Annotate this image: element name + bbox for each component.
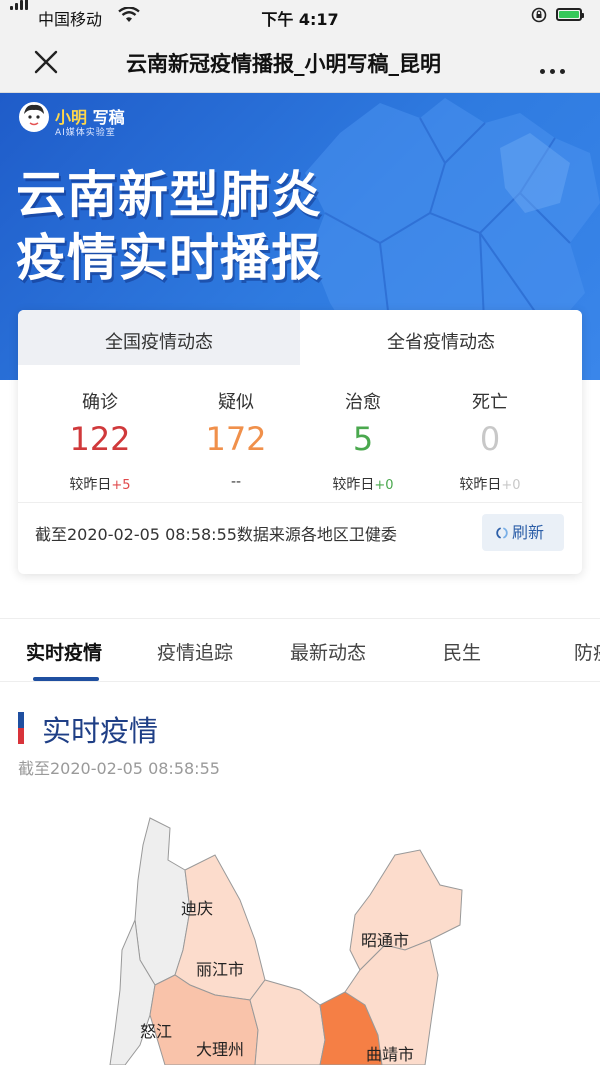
stat-label: 疑似 — [218, 392, 254, 413]
stat-confirmed: 确诊 122 较昨日+5 — [36, 388, 164, 494]
section-timestamp: 截至2020-02-05 08:58:55 — [18, 759, 220, 778]
status-bar: 中国移动 下午 4:17 — [0, 0, 600, 32]
map-label-lijiang: 丽江市 — [196, 960, 245, 979]
stat-value: 0 — [479, 420, 501, 458]
headline-line-2: 疫情实时播报 — [16, 229, 322, 287]
stat-value: 5 — [352, 420, 374, 458]
page-title: 云南新冠疫情播报_小明写稿_昆明 — [126, 52, 441, 76]
map-label-qujing: 曲靖市 — [366, 1045, 415, 1064]
brand-logo: 小明 写稿 AI媒体实验室 — [18, 101, 198, 141]
mascot-avatar-icon — [19, 102, 49, 132]
map-label-dali: 大理州 — [196, 1040, 245, 1059]
stat-suspected: 疑似 172 -- — [172, 388, 300, 490]
more-options-icon[interactable] — [540, 59, 570, 78]
stat-label: 确诊 — [82, 392, 118, 413]
tab-provincial[interactable]: 全省疫情动态 — [300, 310, 582, 365]
region-chuxiong[interactable] — [249, 979, 326, 1065]
stat-diff: -- — [230, 474, 242, 490]
tab-realtime[interactable]: 实时疫情 — [26, 638, 102, 665]
stat-value: 122 — [69, 420, 131, 458]
map-label-diqing: 迪庆 — [181, 899, 214, 918]
map-label-nujiang: 怒江 — [140, 1022, 173, 1041]
section-accent-bar — [18, 712, 24, 744]
refresh-button[interactable]: 刷新 — [482, 514, 564, 551]
stat-label: 死亡 — [472, 392, 508, 413]
stat-diff: 较昨日+0 — [459, 477, 521, 493]
tab-tracking[interactable]: 疫情追踪 — [157, 638, 233, 665]
stats-card: 全国疫情动态 全省疫情动态 确诊 122 较昨日+5 疑似 172 -- 治愈 … — [18, 310, 582, 574]
map-svg — [109, 817, 463, 1065]
region-tabs: 全国疫情动态 全省疫情动态 — [18, 310, 582, 365]
divider — [18, 502, 582, 503]
data-source-note: 截至2020-02-05 08:58:55数据来源各地区卫健委 — [35, 525, 397, 544]
headline-line-1: 云南新型肺炎 — [16, 166, 322, 224]
tab-news[interactable]: 最新动态 — [290, 638, 366, 665]
tab-prevention[interactable]: 防疫 — [574, 638, 600, 665]
brand-subtitle: AI媒体实验室 — [55, 128, 116, 138]
nav-bar: 云南新冠疫情播报_小明写稿_昆明 — [0, 32, 600, 93]
refresh-icon — [496, 527, 508, 539]
refresh-label: 刷新 — [512, 523, 545, 542]
stat-label: 治愈 — [345, 392, 381, 413]
map-label-zhaotong: 昭通市 — [361, 931, 410, 950]
tab-livelihood[interactable]: 民生 — [443, 638, 481, 665]
active-tab-indicator — [33, 677, 99, 681]
section-divider — [0, 596, 600, 619]
province-choropleth-map: 迪庆 丽江市 昭通市 怒江 大理州 曲靖市 — [0, 800, 600, 1065]
stat-diff: 较昨日+0 — [332, 477, 394, 493]
stat-value: 172 — [205, 420, 267, 458]
battery-icon — [556, 8, 584, 21]
stat-diff: 较昨日+5 — [69, 477, 131, 493]
clock: 下午 4:17 — [261, 10, 339, 29]
stat-deaths: 死亡 0 较昨日+0 — [426, 388, 554, 494]
content-tabs: 实时疫情 疫情追踪 最新动态 民生 防疫 — [0, 619, 600, 682]
section-title: 实时疫情 — [42, 714, 159, 748]
stat-recovered: 治愈 5 较昨日+0 — [299, 388, 427, 494]
close-icon[interactable] — [34, 50, 58, 74]
rotation-lock-icon — [531, 7, 547, 23]
tab-national[interactable]: 全国疫情动态 — [18, 310, 300, 365]
